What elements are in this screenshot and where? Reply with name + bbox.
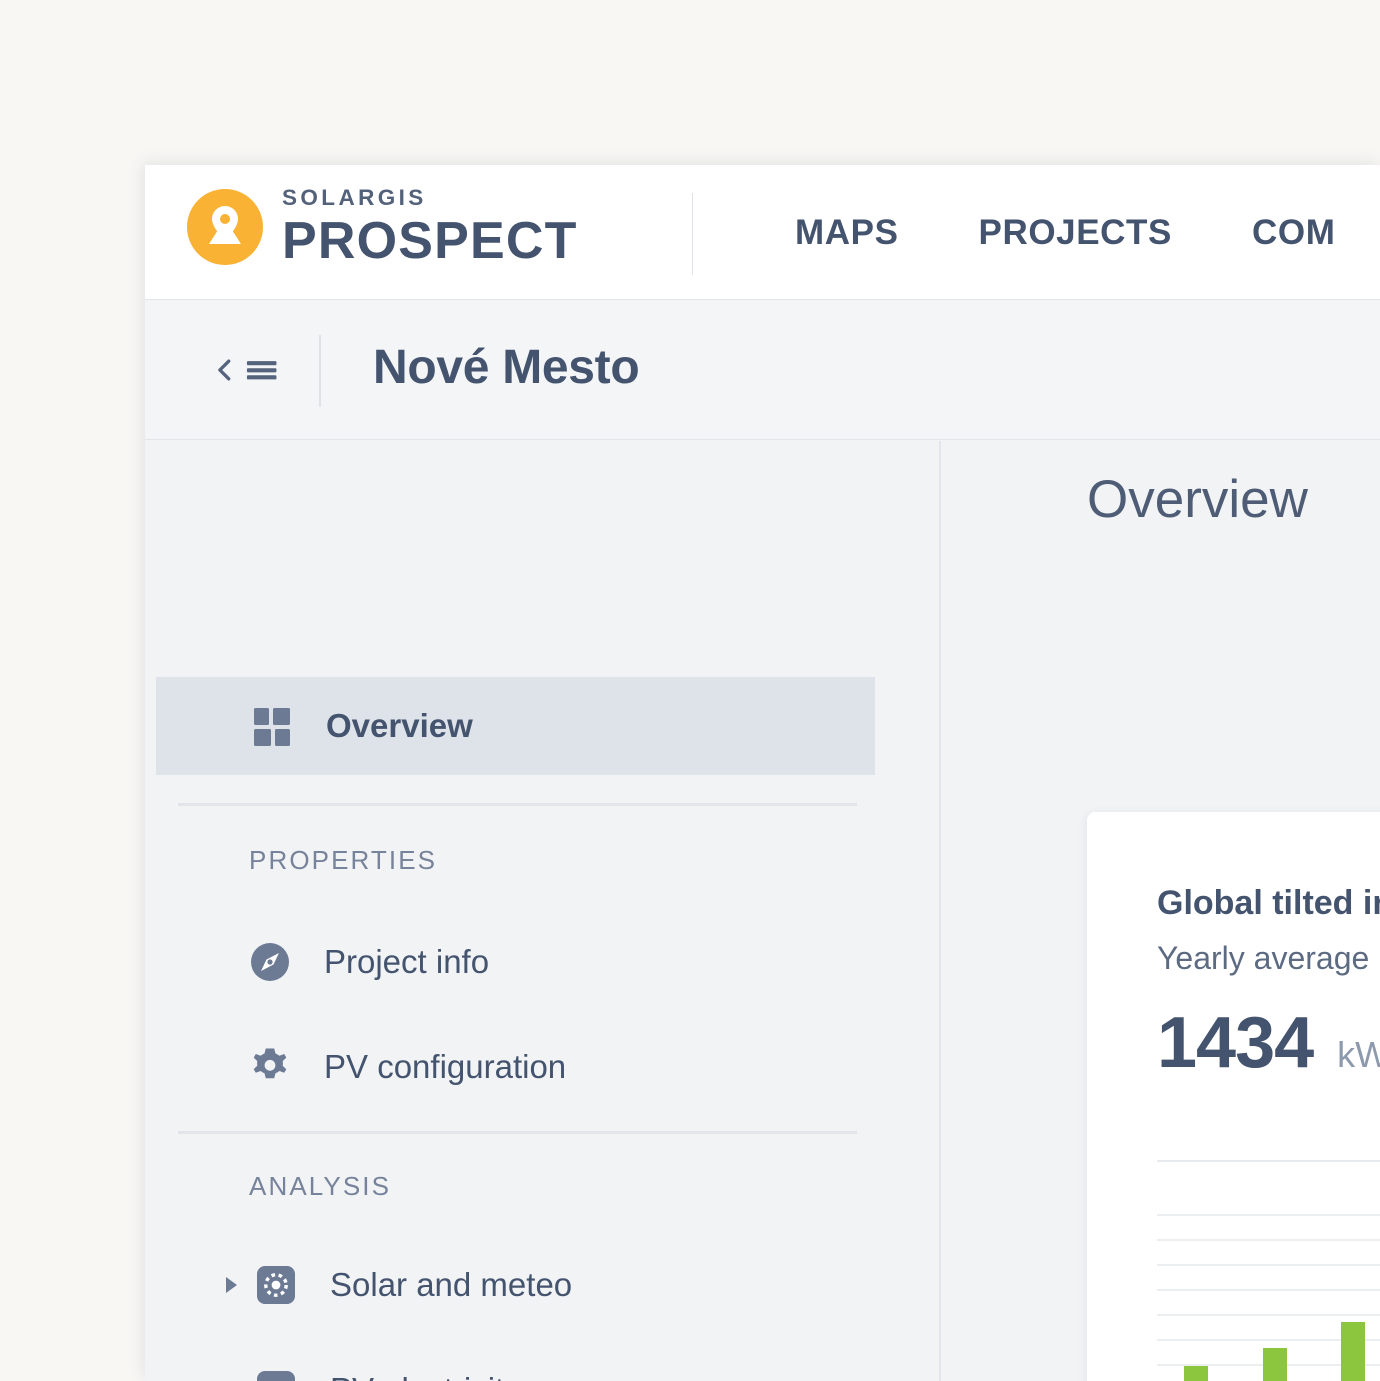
main-nav: MAPS PROJECTS COM <box>755 165 1375 300</box>
kpi-card-title: Global tilted irradiati <box>1157 884 1380 922</box>
nav-item-compare[interactable]: COM <box>1212 213 1375 253</box>
sidebar-item-overview-label: Overview <box>326 707 473 744</box>
sidebar-divider-properties <box>178 803 857 806</box>
sun-icon <box>252 1261 300 1309</box>
chart-plot-area <box>1157 1214 1380 1381</box>
kpi-card-global-tilted-irradiation: Global tilted irradiati Yearly average 1… <box>1087 812 1380 1381</box>
sidebar-item-pv-configuration[interactable]: PV configuration <box>156 1029 875 1105</box>
sidebar-section-analysis: ANALYSIS <box>249 1171 392 1201</box>
chart-gridline <box>1157 1289 1380 1291</box>
nav-item-maps[interactable]: MAPS <box>755 213 939 253</box>
map-pin-location-icon <box>187 188 263 265</box>
header-divider <box>692 193 693 275</box>
chart-bar[interactable] <box>1184 1366 1209 1381</box>
sidebar-item-overview[interactable]: Overview <box>156 677 875 775</box>
chart-top-rule <box>1157 1160 1380 1162</box>
chart-bar[interactable] <box>1340 1322 1365 1381</box>
grid-dashboard-icon <box>250 704 294 748</box>
sidebar-item-project-info-label: Project info <box>324 943 490 980</box>
chevron-left-icon <box>218 359 231 381</box>
sidebar-divider-analysis <box>178 1131 857 1134</box>
sidebar-item-solar-and-meteo-label: Solar and meteo <box>330 1266 573 1303</box>
sidebar-item-pv-electricity-label: PV electricity <box>330 1371 521 1381</box>
kpi-card-subtitle: Yearly average <box>1157 940 1370 976</box>
chevron-right-icon[interactable] <box>216 1273 246 1297</box>
chart-gridline <box>1157 1314 1380 1316</box>
hamburger-menu-icon <box>246 361 277 380</box>
kpi-value-row: 1434 kWh/m2 <box>1157 1002 1380 1084</box>
collapse-sidebar-icon[interactable] <box>213 350 279 390</box>
content-heading: Overview <box>1087 470 1308 529</box>
app-header: SOLARGIS PROSPECT MAPS PROJECTS COM <box>145 165 1380 300</box>
chart-gridline <box>1157 1239 1380 1241</box>
breadcrumb-bar: Nové Mesto <box>145 300 1380 440</box>
kpi-unit-main: kWh/m <box>1337 1034 1380 1075</box>
chart-bar[interactable] <box>1262 1348 1287 1381</box>
monthly-irradiation-bar-chart: 123456 <box>1157 1160 1380 1381</box>
kpi-unit: kWh/m2 <box>1337 1034 1380 1076</box>
sidebar-item-pv-electricity[interactable]: PV electricity <box>156 1352 875 1381</box>
sidebar-item-pv-configuration-label: PV configuration <box>324 1048 567 1085</box>
page-title: Nové Mesto <box>373 341 640 394</box>
brand-wordmark: SOLARGIS PROSPECT <box>282 185 578 270</box>
brand-logo[interactable]: SOLARGIS PROSPECT <box>187 185 578 270</box>
kpi-value: 1434 <box>1157 1003 1314 1083</box>
sidebar: Overview PROPERTIES Project info PV conf… <box>145 441 941 1381</box>
bar-chart-icon <box>252 1366 300 1381</box>
sidebar-section-properties: PROPERTIES <box>249 845 438 875</box>
brand-title: PROSPECT <box>282 211 578 270</box>
gear-icon <box>246 1043 294 1091</box>
breadcrumb-divider <box>319 335 321 407</box>
chart-gridline <box>1157 1264 1380 1266</box>
sidebar-item-project-info[interactable]: Project info <box>156 924 875 1000</box>
brand-subtitle: SOLARGIS <box>282 185 427 210</box>
sidebar-item-solar-and-meteo[interactable]: Solar and meteo <box>156 1247 875 1323</box>
chart-gridline <box>1157 1214 1380 1216</box>
content-area: Overview Global tilted irradiati Yearly … <box>943 441 1380 1381</box>
nav-item-projects[interactable]: PROJECTS <box>939 213 1212 253</box>
compass-icon <box>246 938 294 986</box>
app-window: SOLARGIS PROSPECT MAPS PROJECTS COM Nové… <box>145 165 1380 1381</box>
